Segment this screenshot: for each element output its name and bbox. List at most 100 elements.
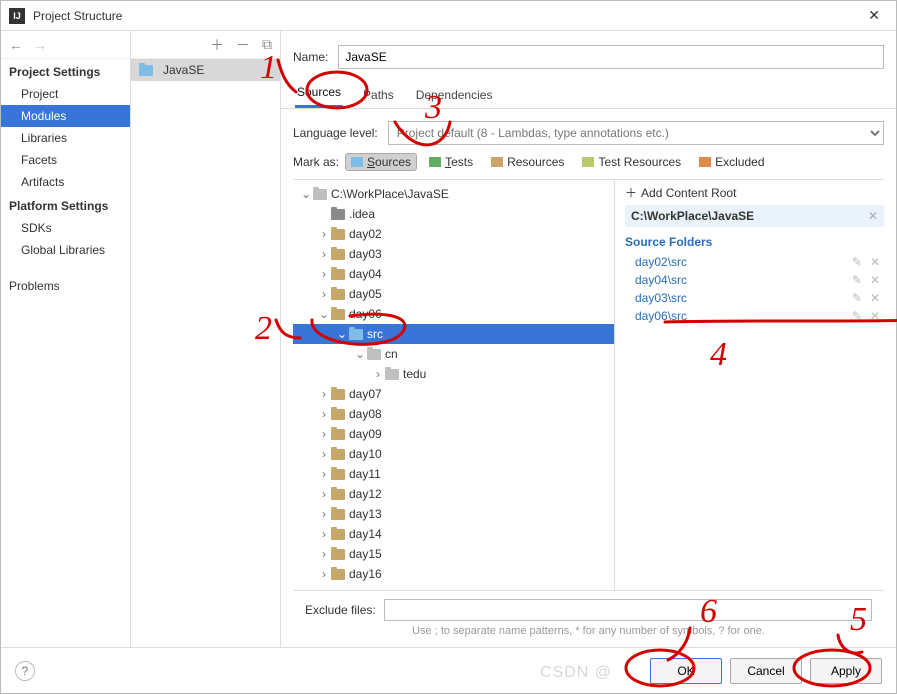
- tree-row[interactable]: ›day12: [293, 484, 614, 504]
- cancel-button[interactable]: Cancel: [730, 658, 802, 684]
- chevron-right-icon[interactable]: ›: [317, 547, 331, 561]
- chevron-right-icon[interactable]: ›: [317, 507, 331, 521]
- chevron-down-icon[interactable]: ⌄: [299, 187, 313, 201]
- sidebar-item-artifacts[interactable]: Artifacts: [1, 171, 130, 193]
- folder-icon: [331, 509, 345, 520]
- source-folder-label: day03\src: [635, 291, 852, 305]
- remove-module-icon[interactable]: －: [236, 35, 250, 55]
- chevron-right-icon[interactable]: ›: [371, 367, 385, 381]
- tree-row-label: day08: [349, 407, 382, 421]
- tree-row[interactable]: ›day02: [293, 224, 614, 244]
- chevron-right-icon[interactable]: ›: [317, 407, 331, 421]
- source-folder-row[interactable]: day02\src✎ ✕: [625, 253, 884, 271]
- module-item-javase[interactable]: JavaSE: [131, 59, 280, 81]
- tree-row[interactable]: ›day14: [293, 524, 614, 544]
- tree-row[interactable]: › day08: [293, 404, 614, 424]
- tree-row[interactable]: ›day09: [293, 424, 614, 444]
- tree-row[interactable]: ⌄ C:\WorkPlace\JavaSE: [293, 184, 614, 204]
- edit-icon[interactable]: ✎: [852, 255, 862, 269]
- tree-row[interactable]: ›day03: [293, 244, 614, 264]
- source-folder-row[interactable]: day03\src✎ ✕: [625, 289, 884, 307]
- close-icon[interactable]: ✕: [860, 3, 888, 28]
- chevron-right-icon[interactable]: ›: [317, 467, 331, 481]
- source-tree[interactable]: ⌄C:\WorkPlace\JavaSE.idea›day02›day03›da…: [293, 180, 614, 590]
- sidebar-item-facets[interactable]: Facets: [1, 149, 130, 171]
- remove-icon[interactable]: ✕: [870, 309, 880, 323]
- tab-paths[interactable]: Paths: [361, 82, 396, 108]
- sidebar-item-libraries[interactable]: Libraries: [1, 127, 130, 149]
- exclude-files-input[interactable]: [384, 599, 872, 621]
- edit-icon[interactable]: ✎: [852, 273, 862, 287]
- mark-excluded-button[interactable]: Excluded: [693, 153, 770, 171]
- sidebar-item-modules[interactable]: Modules: [1, 105, 130, 127]
- tree-row[interactable]: ⌄cn: [293, 344, 614, 364]
- mark-sources-button[interactable]: Sources: [345, 153, 417, 171]
- tree-row-label: day11: [349, 467, 381, 481]
- tree-row-label: tedu: [403, 367, 426, 381]
- sidebar-item-project[interactable]: Project: [1, 83, 130, 105]
- sidebar-item-sdks[interactable]: SDKs: [1, 217, 130, 239]
- chevron-right-icon[interactable]: ›: [317, 567, 331, 581]
- tree-row[interactable]: ›day05: [293, 284, 614, 304]
- folder-icon: [331, 269, 345, 280]
- add-module-icon[interactable]: ＋: [210, 35, 224, 55]
- folder-icon: [331, 209, 345, 220]
- source-folder-label: day02\src: [635, 255, 852, 269]
- tree-row[interactable]: .idea: [293, 204, 614, 224]
- folder-icon: [349, 329, 363, 340]
- chevron-right-icon[interactable]: ›: [317, 227, 331, 241]
- chevron-right-icon[interactable]: ›: [317, 487, 331, 501]
- tree-row[interactable]: ›day13: [293, 504, 614, 524]
- tab-sources[interactable]: Sources: [295, 79, 343, 108]
- mark-test-resources-button[interactable]: Test Resources: [576, 153, 687, 171]
- sidebar-section-project-settings: Project Settings: [1, 59, 130, 83]
- tree-row[interactable]: ›day10: [293, 444, 614, 464]
- mark-tests-button[interactable]: Tests: [423, 153, 479, 171]
- tree-row[interactable]: › tedu: [293, 364, 614, 384]
- chevron-right-icon[interactable]: ›: [317, 267, 331, 281]
- edit-icon[interactable]: ✎: [852, 291, 862, 305]
- chevron-down-icon[interactable]: ⌄: [335, 327, 349, 341]
- tree-row[interactable]: › day11: [293, 464, 614, 484]
- tree-row[interactable]: ›day15: [293, 544, 614, 564]
- chevron-right-icon[interactable]: ›: [317, 287, 331, 301]
- tab-dependencies[interactable]: Dependencies: [414, 82, 495, 108]
- source-folder-row[interactable]: day04\src✎✕: [625, 271, 884, 289]
- remove-icon[interactable]: ✕: [870, 273, 880, 287]
- copy-module-icon[interactable]: ⧉: [262, 36, 272, 53]
- mark-resources-button[interactable]: Resources: [485, 153, 570, 171]
- chevron-right-icon[interactable]: ›: [317, 247, 331, 261]
- chevron-right-icon[interactable]: ›: [317, 447, 331, 461]
- tree-row[interactable]: ⌄day06: [293, 304, 614, 324]
- sidebar: ← → Project Settings Project Modules Lib…: [1, 31, 131, 647]
- chevron-right-icon[interactable]: ›: [317, 427, 331, 441]
- chevron-right-icon[interactable]: ›: [317, 527, 331, 541]
- tree-row[interactable]: ›day07: [293, 384, 614, 404]
- help-button[interactable]: ?: [15, 661, 35, 681]
- remove-icon[interactable]: ✕: [870, 255, 880, 269]
- tree-row-label: C:\WorkPlace\JavaSE: [331, 187, 449, 201]
- tree-row[interactable]: ⌄src: [293, 324, 614, 344]
- folder-icon: [331, 489, 345, 500]
- apply-button[interactable]: Apply: [810, 658, 882, 684]
- sidebar-item-global-libraries[interactable]: Global Libraries: [1, 239, 130, 261]
- language-level-select[interactable]: Project default (8 - Lambdas, type annot…: [388, 121, 884, 145]
- remove-root-icon[interactable]: ✕: [868, 209, 878, 223]
- source-folder-row[interactable]: day06\src✎✕: [625, 307, 884, 325]
- chevron-down-icon[interactable]: ⌄: [353, 347, 367, 361]
- edit-icon[interactable]: ✎: [852, 309, 862, 323]
- back-icon[interactable]: ←: [9, 37, 23, 53]
- module-name-input[interactable]: [338, 45, 884, 69]
- add-content-root-button[interactable]: ＋Add Content Root: [625, 180, 884, 205]
- content-root-path[interactable]: C:\WorkPlace\JavaSE ✕: [625, 205, 884, 227]
- tree-row-label: day16: [349, 567, 382, 581]
- exclude-files-label: Exclude files:: [305, 603, 376, 617]
- tree-row[interactable]: › day16: [293, 564, 614, 584]
- remove-icon[interactable]: ✕: [870, 291, 880, 305]
- chevron-down-icon[interactable]: ⌄: [317, 307, 331, 321]
- folder-icon: [331, 429, 345, 440]
- tree-row[interactable]: ›day04: [293, 264, 614, 284]
- chevron-right-icon[interactable]: ›: [317, 387, 331, 401]
- sidebar-item-problems[interactable]: Problems: [1, 275, 130, 297]
- ok-button[interactable]: OK: [650, 658, 722, 684]
